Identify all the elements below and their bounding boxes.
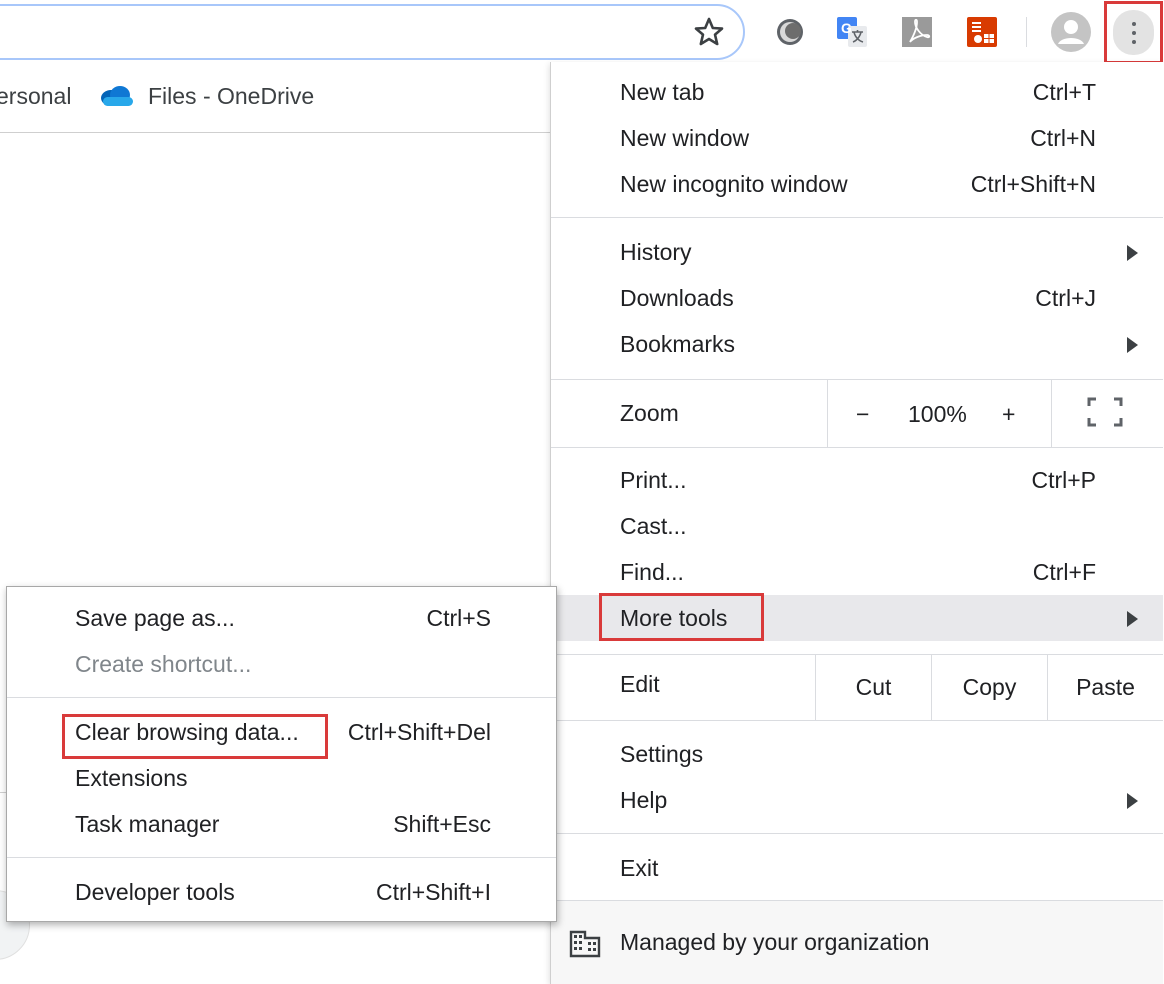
bookmark-personal[interactable]: ersonal [0, 83, 71, 110]
zoom-separator [827, 380, 828, 447]
menu-item-label: Help [620, 787, 668, 813]
menu-item-label: New window [620, 125, 750, 151]
zoom-level-value: 100% [908, 401, 967, 427]
menu-item-help[interactable]: Help [551, 779, 1163, 825]
acrobat-icon[interactable] [899, 14, 935, 50]
submenu-item-label: Extensions [75, 765, 188, 791]
menu-item-label: Settings [620, 741, 704, 767]
profile-avatar-icon[interactable] [1050, 11, 1092, 53]
menu-item-label: New incognito window [620, 171, 848, 197]
menu-item-shortcut: Ctrl+N [1030, 125, 1096, 151]
menu-item-shortcut: Ctrl+F [1032, 559, 1096, 585]
submenu-item-shortcut: Ctrl+S [426, 605, 491, 631]
menu-item-settings[interactable]: Settings [551, 733, 1163, 779]
office-extension-icon[interactable] [964, 14, 1000, 50]
submenu-item-extensions[interactable]: Extensions [7, 757, 556, 803]
menu-item-label: History [620, 239, 692, 265]
onedrive-cloud-icon [101, 86, 133, 106]
copy-button[interactable]: Copy [932, 654, 1047, 720]
toolbar-divider [1026, 17, 1027, 47]
clear-browsing-highlight [62, 714, 328, 759]
browser-toolbar: G [0, 0, 1164, 64]
circle-extension-icon[interactable] [772, 14, 808, 50]
menu-separator [551, 720, 1163, 721]
cut-button[interactable]: Cut [816, 654, 931, 720]
menu-item-bookmarks[interactable]: Bookmarks [551, 323, 1163, 369]
submenu-item-label: Developer tools [75, 879, 235, 905]
submenu-item-shortcut: Ctrl+Shift+I [375, 879, 491, 905]
submenu-item-shortcut: Shift+Esc [393, 811, 491, 837]
submenu-item-label: Create shortcut... [75, 651, 252, 677]
more-tools-submenu: Save page as... Ctrl+S Create shortcut..… [6, 586, 557, 922]
zoom-out-button[interactable]: − [856, 401, 869, 428]
submenu-item-label: Save page as... [75, 605, 235, 631]
building-icon [569, 930, 601, 958]
submenu-arrow-icon [1127, 245, 1138, 261]
menu-item-downloads[interactable]: Downloads Ctrl+J [551, 277, 1163, 323]
menu-separator [551, 217, 1163, 218]
menu-item-label: New tab [620, 79, 705, 105]
chrome-main-menu: New tab Ctrl+T New window Ctrl+N New inc… [550, 62, 1164, 984]
submenu-item-create-shortcut: Create shortcut... [7, 643, 556, 689]
menu-item-shortcut: Ctrl+T [1032, 79, 1096, 105]
managed-by-organization[interactable]: Managed by your organization [551, 900, 1163, 984]
submenu-item-save-page[interactable]: Save page as... Ctrl+S [7, 597, 556, 643]
menu-button[interactable] [1104, 1, 1163, 64]
menu-item-history[interactable]: History [551, 231, 1163, 277]
menu-item-new-incognito-window[interactable]: New incognito window Ctrl+Shift+N [551, 163, 1163, 209]
menu-item-shortcut: Ctrl+Shift+N [970, 171, 1096, 197]
submenu-item-shortcut: Ctrl+Shift+Del [347, 719, 491, 745]
menu-item-find[interactable]: Find... Ctrl+F [551, 551, 1163, 597]
fullscreen-icon[interactable] [1087, 397, 1123, 427]
menu-item-label: Find... [620, 559, 684, 585]
translate-glyph: G [841, 20, 852, 36]
submenu-separator [7, 857, 556, 858]
menu-item-label: Exit [620, 855, 659, 881]
submenu-separator [7, 697, 556, 698]
address-bar[interactable] [0, 4, 745, 60]
menu-item-shortcut: Ctrl+J [1035, 285, 1096, 311]
menu-item-label: Zoom [620, 400, 679, 426]
menu-item-new-tab[interactable]: New tab Ctrl+T [551, 71, 1163, 117]
managed-label: Managed by your organization [620, 929, 930, 955]
menu-item-cast[interactable]: Cast... [551, 505, 1163, 551]
bookmark-files-onedrive[interactable]: Files - OneDrive [148, 83, 314, 110]
submenu-arrow-icon [1127, 793, 1138, 809]
menu-item-print[interactable]: Print... Ctrl+P [551, 459, 1163, 505]
submenu-item-task-manager[interactable]: Task manager Shift+Esc [7, 803, 556, 849]
google-translate-icon[interactable]: G [834, 14, 870, 50]
menu-item-label: Downloads [620, 285, 734, 311]
menu-separator [551, 833, 1163, 834]
menu-item-new-window[interactable]: New window Ctrl+N [551, 117, 1163, 163]
more-tools-highlight [599, 593, 764, 641]
bookmarks-bar: ersonal Files - OneDrive [0, 63, 551, 133]
submenu-item-label: Task manager [75, 811, 220, 837]
menu-kebab-icon [1113, 10, 1154, 55]
zoom-separator [1051, 380, 1052, 447]
paste-button[interactable]: Paste [1048, 654, 1163, 720]
submenu-arrow-icon [1127, 337, 1138, 353]
menu-item-shortcut: Ctrl+P [1031, 467, 1096, 493]
star-icon[interactable] [693, 16, 725, 48]
menu-item-label: Print... [620, 467, 687, 493]
submenu-item-developer-tools[interactable]: Developer tools Ctrl+Shift+I [7, 871, 556, 917]
submenu-arrow-icon [1127, 611, 1138, 627]
menu-item-label: Bookmarks [620, 331, 736, 357]
menu-separator [551, 447, 1163, 448]
menu-item-exit[interactable]: Exit [551, 847, 1163, 893]
zoom-in-button[interactable]: + [1002, 401, 1015, 428]
menu-item-label: Edit [620, 671, 660, 697]
menu-item-label: Cast... [620, 513, 687, 539]
